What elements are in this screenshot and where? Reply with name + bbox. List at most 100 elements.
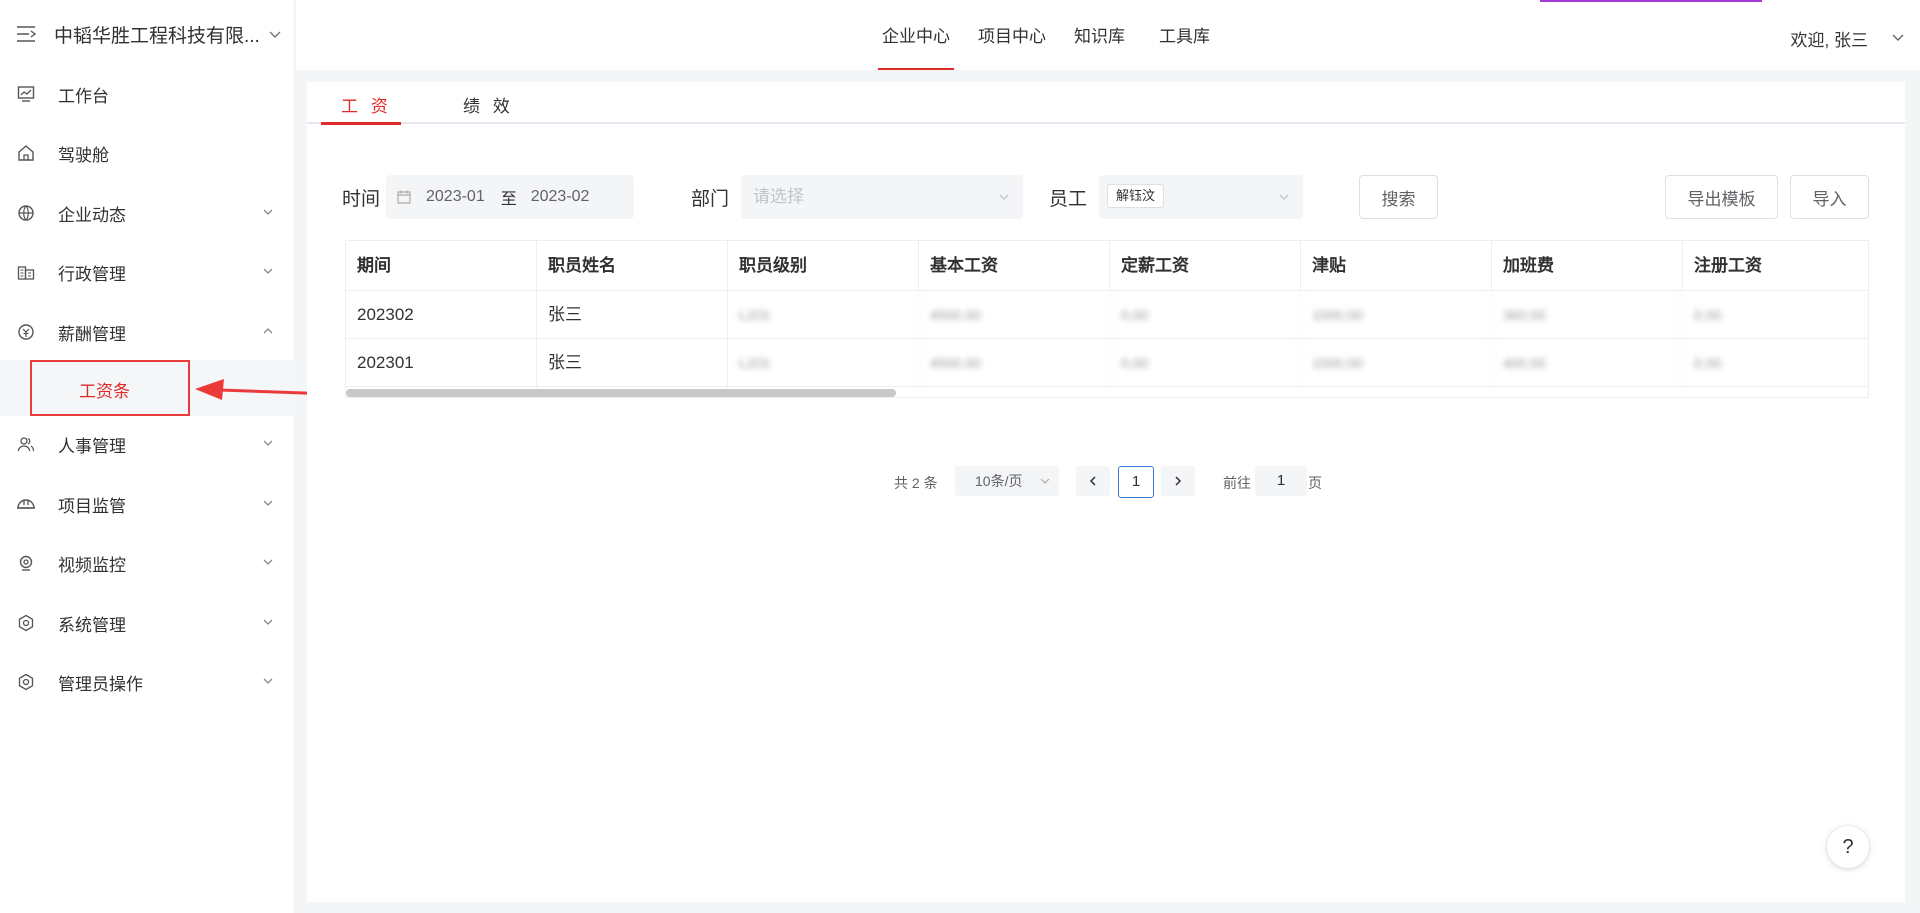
chevron-down-icon — [263, 440, 273, 446]
goto-page-input[interactable]: 1 — [1255, 466, 1307, 496]
table-cell: 1000.00 — [1301, 291, 1492, 339]
table-cell: 0.00 — [1683, 339, 1868, 387]
salary-icon — [16, 322, 36, 342]
org-switcher[interactable]: 中韬华胜工程科技有限... — [0, 0, 295, 68]
sidebar-item-news[interactable]: 企业动态 — [0, 191, 295, 235]
column-header[interactable]: 基本工资 — [919, 241, 1110, 291]
sidebar-item-cockpit[interactable]: 驾驶舱 — [0, 131, 295, 175]
admin-icon — [16, 672, 36, 692]
chevron-down-icon[interactable] — [1890, 29, 1906, 45]
sidebar-item-admin-ops[interactable]: 管理员操作 — [0, 660, 295, 704]
sidebar-item-salary-mgmt[interactable]: 薪酬管理 — [0, 310, 295, 354]
table-cell: 202301 — [346, 339, 537, 387]
sidebar-item-label: 项目监管 — [58, 496, 126, 516]
menu-icon[interactable] — [16, 25, 38, 43]
top-nav-project-center[interactable]: 项目中心 — [978, 0, 1046, 70]
calendar-icon — [397, 190, 411, 204]
date-range-picker[interactable]: 2023-01 至 2023-02 — [386, 175, 634, 219]
table-cell: 0.00 — [1110, 291, 1301, 339]
employee-tag[interactable]: 解钰汶 — [1107, 184, 1165, 209]
app-page: 中韬华胜工程科技有限... 工作台 驾驶舱 企业动态 行政管理 薪酬管理 工资条… — [0, 0, 1920, 913]
chevron-right-icon — [1175, 476, 1182, 486]
help-button[interactable]: ? — [1827, 826, 1869, 868]
top-nav-knowledge-base[interactable]: 知识库 — [1074, 0, 1125, 70]
chevron-down-icon — [263, 500, 273, 506]
table-cell: L2OI — [728, 339, 919, 387]
prev-page-button[interactable] — [1076, 466, 1110, 496]
table-cell: 400.00 — [1492, 339, 1683, 387]
active-tab-indicator — [321, 122, 401, 125]
top-nav-tool-library[interactable]: 工具库 — [1159, 0, 1210, 70]
sidebar: 中韬华胜工程科技有限... 工作台 驾驶舱 企业动态 行政管理 薪酬管理 工资条… — [0, 0, 295, 913]
next-page-button[interactable] — [1161, 466, 1195, 496]
table-row[interactable]: 202301 张三 L2OI 4500.00 0.00 1500.00 400.… — [346, 339, 1868, 387]
sidebar-item-video-monitoring[interactable]: 视频监控 — [0, 541, 295, 585]
column-header[interactable]: 加班费 — [1492, 241, 1683, 291]
chevron-down-icon — [1279, 194, 1289, 200]
sidebar-item-label: 系统管理 — [58, 615, 126, 635]
sidebar-item-project-supervision[interactable]: 项目监管 — [0, 482, 295, 526]
column-header[interactable]: 津贴 — [1301, 241, 1492, 291]
settings-icon — [16, 613, 36, 633]
dept-select[interactable]: 请选择 — [741, 175, 1023, 219]
chevron-left-icon — [1089, 476, 1096, 486]
welcome-user[interactable]: 欢迎, 张三 — [1791, 26, 1868, 51]
employee-label: 员工 — [1049, 189, 1088, 210]
sidebar-item-label: 行政管理 — [58, 264, 126, 284]
helmet-icon — [16, 494, 36, 514]
table-cell: 4500.00 — [919, 291, 1110, 339]
top-bar: 企业中心 项目中心 知识库 工具库 欢迎, 张三 — [296, 0, 1920, 70]
tab-salary[interactable]: 工 资 — [341, 92, 392, 117]
employee-select[interactable]: 解钰汶 — [1099, 175, 1303, 219]
home-icon — [16, 143, 36, 163]
sidebar-item-system-mgmt[interactable]: 系统管理 — [0, 601, 295, 645]
globe-icon — [16, 203, 36, 223]
table-cell: 202302 — [346, 291, 537, 339]
sidebar-item-label: 企业动态 — [58, 205, 126, 225]
export-template-button[interactable]: 导出模板 — [1665, 175, 1778, 219]
goto-label: 前往 — [1223, 475, 1251, 491]
column-header[interactable]: 职员级别 — [728, 241, 919, 291]
table-cell: 0.00 — [1683, 291, 1868, 339]
date-start[interactable]: 2023-01 — [426, 188, 485, 206]
date-end[interactable]: 2023-02 — [531, 188, 590, 206]
people-icon — [16, 434, 36, 454]
import-button[interactable]: 导入 — [1790, 175, 1869, 219]
top-accent-line — [1540, 0, 1762, 2]
chevron-down-icon — [263, 619, 273, 625]
column-header[interactable]: 注册工资 — [1683, 241, 1868, 291]
chevron-down-icon[interactable] — [267, 26, 283, 42]
tab-performance[interactable]: 绩 效 — [463, 92, 514, 117]
chevron-down-icon — [999, 194, 1009, 200]
salary-table: 期间 职员姓名 职员级别 基本工资 定薪工资 津贴 加班费 注册工资 20230… — [345, 240, 1869, 398]
table-cell: L2OI — [728, 291, 919, 339]
top-nav: 企业中心 项目中心 知识库 工具库 — [878, 0, 1238, 70]
sidebar-item-hr-mgmt[interactable]: 人事管理 — [0, 422, 295, 466]
sidebar-item-workbench[interactable]: 工作台 — [0, 72, 295, 116]
top-nav-enterprise-center[interactable]: 企业中心 — [878, 0, 954, 70]
dept-placeholder: 请选择 — [753, 187, 804, 206]
sidebar-item-label: 视频监控 — [58, 555, 126, 575]
chevron-down-icon — [1040, 478, 1050, 484]
org-name: 中韬华胜工程科技有限... — [54, 25, 260, 47]
tab-bar: 工 资 绩 效 — [307, 82, 1905, 125]
table-cell: 4500.00 — [919, 339, 1110, 387]
table-cell: 1500.00 — [1301, 339, 1492, 387]
page-size-select[interactable]: 10条/页 — [955, 466, 1059, 496]
chevron-down-icon — [263, 268, 273, 274]
table-header: 期间 职员姓名 职员级别 基本工资 定薪工资 津贴 加班费 注册工资 — [346, 241, 1868, 291]
column-header[interactable]: 期间 — [346, 241, 537, 291]
building-icon — [16, 262, 36, 282]
chevron-down-icon — [263, 209, 273, 215]
chevron-down-icon — [263, 678, 273, 684]
search-button[interactable]: 搜索 — [1359, 175, 1438, 219]
table-cell: 360.00 — [1492, 291, 1683, 339]
goto-page-unit: 页 — [1308, 475, 1322, 491]
table-row[interactable]: 202302 张三 L2OI 4500.00 0.00 1000.00 360.… — [346, 291, 1868, 339]
horizontal-scrollbar[interactable] — [346, 389, 896, 397]
sidebar-item-admin-mgmt[interactable]: 行政管理 — [0, 250, 295, 294]
column-header[interactable]: 定薪工资 — [1110, 241, 1301, 291]
current-page[interactable]: 1 — [1118, 466, 1154, 498]
sidebar-item-label: 人事管理 — [58, 436, 126, 456]
column-header[interactable]: 职员姓名 — [537, 241, 728, 291]
